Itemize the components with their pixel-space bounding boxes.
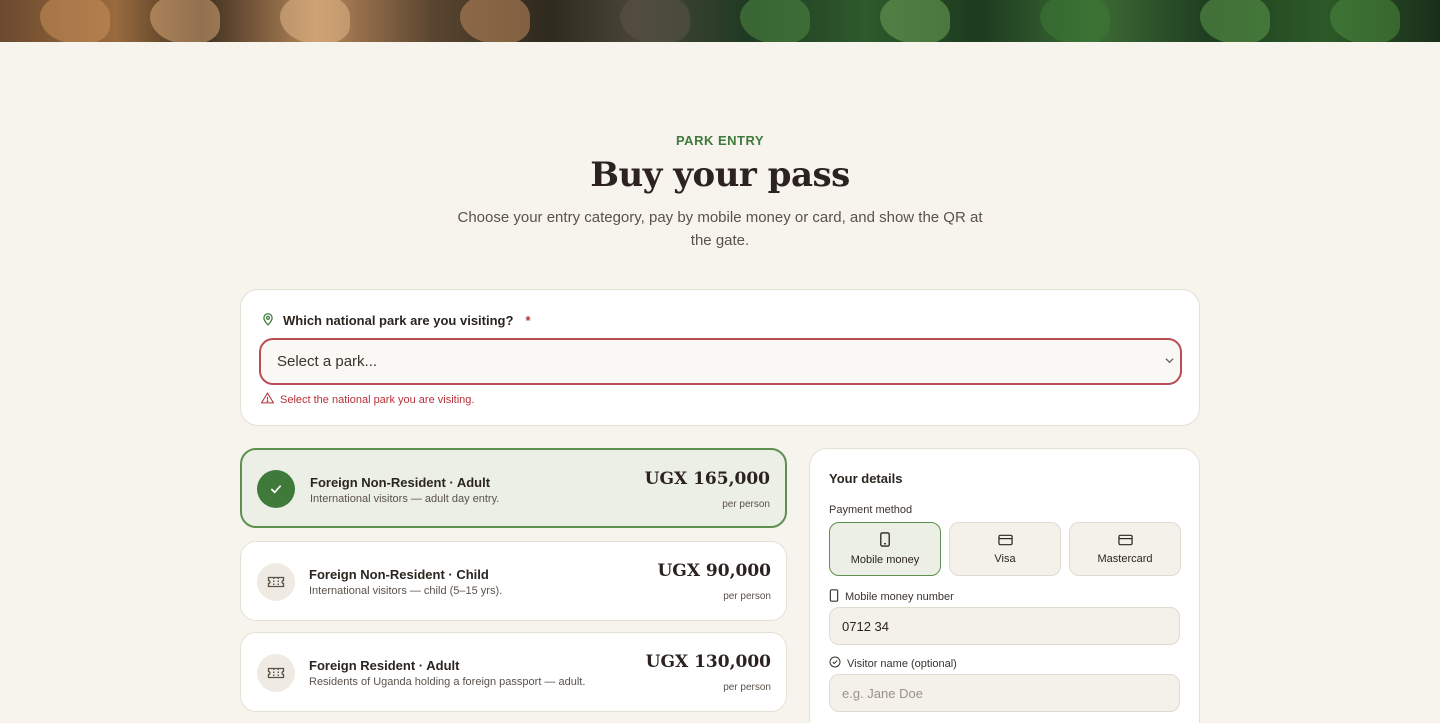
mobile-number-label-text: Mobile money number xyxy=(845,591,954,603)
visitor-name-input[interactable] xyxy=(829,674,1180,712)
ticket-name: Foreign Non-Resident · Adult xyxy=(310,475,491,490)
required-mark: * xyxy=(525,313,531,328)
park-card: Which national park are you visiting? * … xyxy=(240,289,1200,426)
ticket-price: UGX 130,000 xyxy=(645,652,771,672)
check-circle-icon xyxy=(829,656,841,671)
page-title: Buy your pass xyxy=(590,155,850,195)
ticket-description: International visitors — child (5–15 yrs… xyxy=(309,585,503,597)
ticket-icon xyxy=(257,654,295,692)
payment-method-label: Payment method xyxy=(829,504,913,516)
credit-card-icon xyxy=(997,534,1013,549)
park-label: Which national park are you visiting? * xyxy=(261,312,531,329)
ticket-price: UGX 165,000 xyxy=(644,469,770,489)
visitor-name-label: Visitor name (optional) xyxy=(829,656,957,671)
ticket-foreign-non-resident-adult[interactable]: Foreign Non-Resident · Adult Internation… xyxy=(240,448,787,528)
details-title: Your details xyxy=(829,471,903,486)
ticket-foreign-resident-adult[interactable]: Foreign Resident · Adult Residents of Ug… xyxy=(240,632,787,712)
phone-icon xyxy=(879,532,891,550)
phone-icon xyxy=(829,589,839,605)
payment-method-label-text: Mobile money xyxy=(850,554,920,566)
payment-visa-button[interactable]: Visa xyxy=(949,522,1061,576)
payment-method-label-text: Mastercard xyxy=(1097,552,1153,565)
ticket-name: Foreign Resident · Adult xyxy=(309,658,460,673)
chevron-down-icon xyxy=(1165,354,1174,368)
ticket-icon xyxy=(257,563,295,601)
ticket-per: per person xyxy=(722,499,770,510)
park-label-text: Which national park are you visiting? xyxy=(283,313,514,328)
ticket-foreign-non-resident-child[interactable]: Foreign Non-Resident · Child Internation… xyxy=(240,541,787,621)
ticket-description: Residents of Uganda holding a foreign pa… xyxy=(309,676,586,688)
ticket-per: per person xyxy=(723,591,771,602)
ticket-name: Foreign Non-Resident · Child xyxy=(309,567,489,582)
warning-icon xyxy=(260,392,275,407)
payment-mastercard-button[interactable]: Mastercard xyxy=(1069,522,1181,576)
eyebrow: PARK ENTRY xyxy=(675,133,765,148)
page-subtitle: Choose your entry category, pay by mobil… xyxy=(457,209,983,249)
mobile-number-label: Mobile money number xyxy=(829,589,954,605)
payment-mobile-money-button[interactable]: Mobile money xyxy=(829,522,941,576)
ticket-price: UGX 90,000 xyxy=(657,561,771,581)
details-card: Your details Payment method Mobile money… xyxy=(809,448,1200,723)
park-select-placeholder: Select a park... xyxy=(277,353,378,370)
park-select[interactable]: Select a park... xyxy=(259,338,1182,385)
park-error-text: Select the national park you are visitin… xyxy=(280,393,475,406)
map-pin-icon xyxy=(261,312,275,329)
ticket-description: International visitors — adult day entry… xyxy=(310,493,500,505)
ticket-per: per person xyxy=(723,682,771,693)
check-icon xyxy=(257,470,295,508)
visitor-name-label-text: Visitor name (optional) xyxy=(847,657,957,670)
hero-image xyxy=(0,0,1440,42)
credit-card-icon xyxy=(1117,534,1133,549)
mobile-number-input[interactable] xyxy=(829,607,1180,645)
payment-method-label-text: Visa xyxy=(994,552,1016,565)
park-error: Select the national park you are visitin… xyxy=(260,392,475,407)
